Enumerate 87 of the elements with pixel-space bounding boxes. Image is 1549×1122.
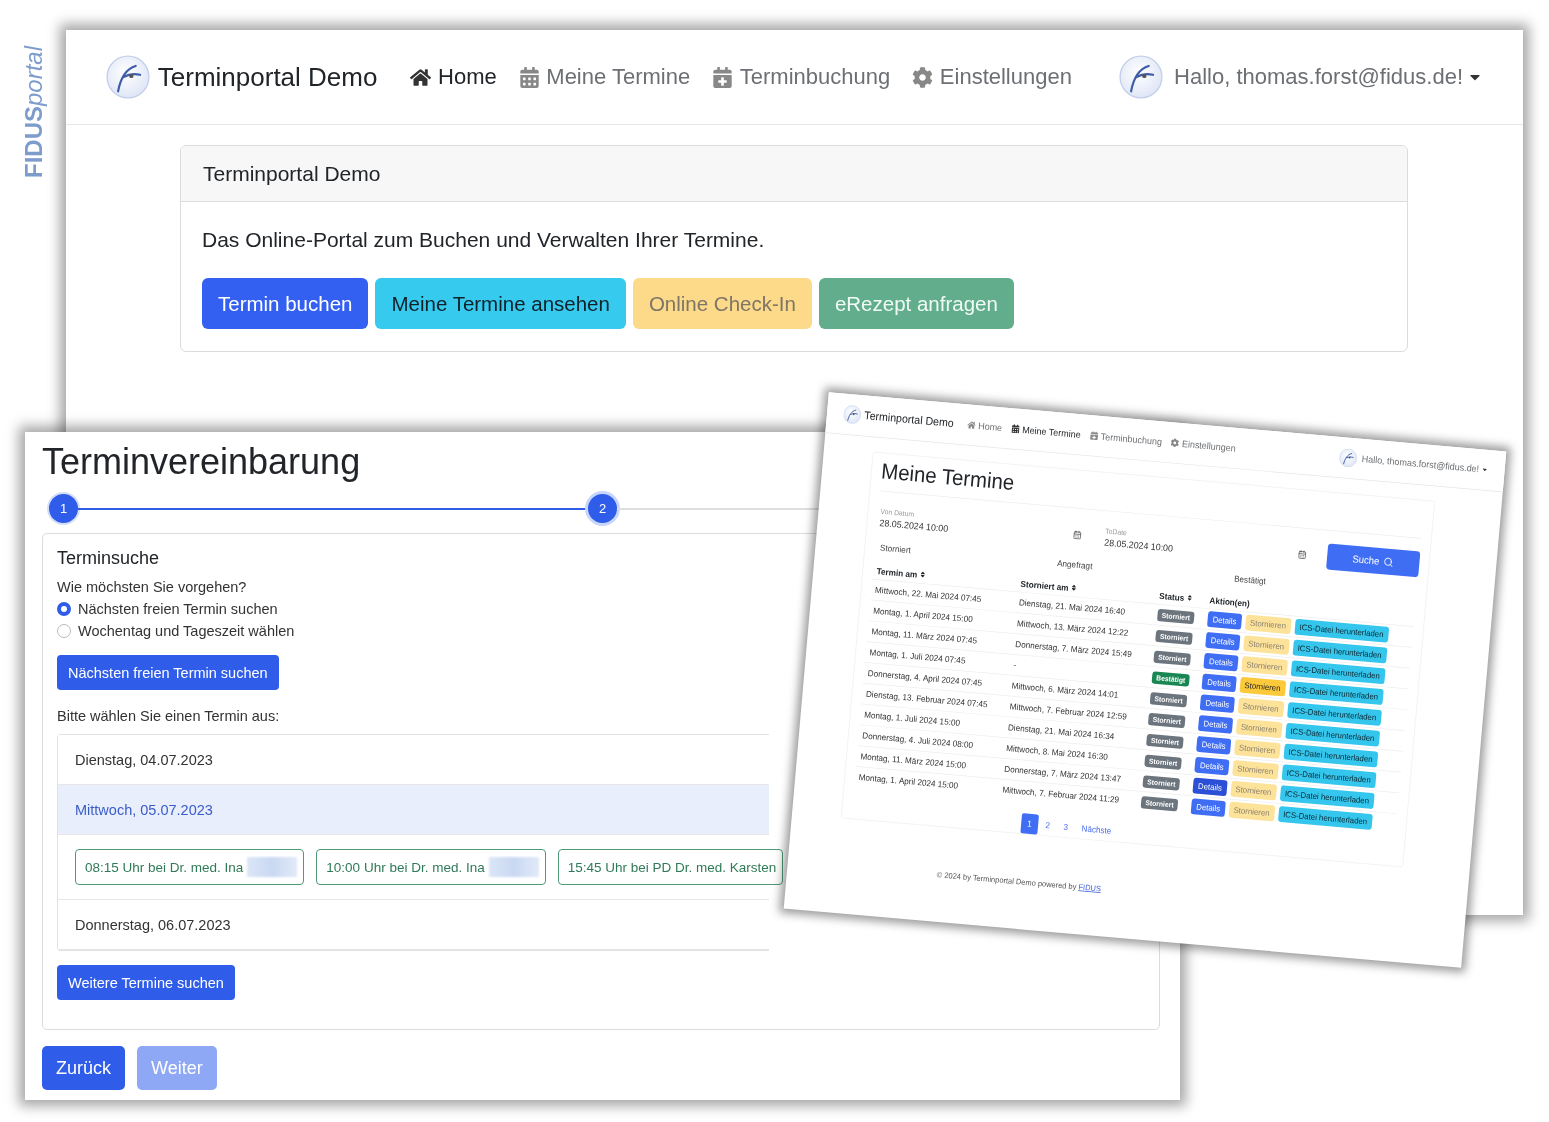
download-button[interactable]: ICS-Datei herunterladen bbox=[1294, 618, 1389, 643]
nav-link[interactable]: Home bbox=[966, 419, 1003, 433]
details-button[interactable]: Details bbox=[1201, 673, 1237, 693]
nav-link[interactable]: Terminbuchung bbox=[1089, 429, 1163, 447]
nav-link[interactable]: Terminbuchung bbox=[712, 64, 891, 90]
radio-button[interactable] bbox=[57, 602, 71, 616]
filter-label[interactable]: Angefragt bbox=[1056, 558, 1093, 572]
time-slot-button[interactable]: 10:00 Uhr bei Dr. med. Ina bbox=[316, 849, 546, 885]
download-button[interactable]: ICS-Datei herunterladen bbox=[1290, 660, 1386, 685]
calendar-plus-icon bbox=[712, 66, 734, 88]
logo-icon bbox=[106, 55, 150, 99]
sort-icon[interactable] bbox=[919, 570, 927, 579]
step-indicator[interactable]: 1 bbox=[49, 494, 78, 523]
filter-label[interactable]: Storniert bbox=[879, 542, 912, 556]
details-button[interactable]: Details bbox=[1198, 715, 1233, 734]
logo-icon bbox=[1338, 447, 1359, 469]
back-button[interactable]: Zurück bbox=[42, 1046, 125, 1090]
page-title: Meine Termine bbox=[880, 459, 1016, 495]
brand-label: FIDUSportal bbox=[22, 45, 46, 178]
download-button[interactable]: ICS-Datei herunterladen bbox=[1285, 722, 1380, 747]
cancel-button[interactable]: Stornieren bbox=[1239, 676, 1286, 697]
settings-icon bbox=[1170, 437, 1180, 448]
details-button[interactable]: Details bbox=[1192, 777, 1228, 797]
column-header: Aktion(en) bbox=[1209, 595, 1251, 609]
download-button[interactable]: ICS-Datei herunterladen bbox=[1279, 785, 1375, 810]
card-title: Terminportal Demo bbox=[203, 161, 381, 186]
nav-link[interactable]: Meine Termine bbox=[518, 64, 691, 90]
day-item[interactable]: Mittwoch, 05.07.2023 bbox=[58, 785, 769, 835]
sort-icon[interactable] bbox=[1070, 583, 1078, 592]
column-header[interactable]: Termin am bbox=[876, 566, 918, 580]
date-field[interactable]: 28.05.2024 10:00 bbox=[879, 516, 949, 534]
intro-text: Das Online-Portal zum Buchen und Verwalten Ihrer Termine. bbox=[202, 228, 766, 252]
user-menu[interactable]: Hallo, thomas.forst@fidus.de! bbox=[1174, 64, 1483, 90]
action-button[interactable]: Online Check-In bbox=[632, 278, 812, 329]
settings-icon bbox=[912, 66, 934, 88]
action-button[interactable]: Meine Termine ansehen bbox=[375, 278, 626, 329]
page-link[interactable]: 1 bbox=[1020, 813, 1039, 835]
nav-link[interactable]: Meine Termine bbox=[1010, 422, 1082, 440]
details-button[interactable]: Details bbox=[1205, 631, 1241, 651]
download-button[interactable]: ICS-Datei herunterladen bbox=[1286, 701, 1382, 726]
question-text: Wie möchsten Sie vorgehen? bbox=[57, 579, 247, 595]
brand-title: Terminportal Demo bbox=[157, 61, 378, 93]
date-field[interactable]: 28.05.2024 10:00 bbox=[1103, 536, 1174, 554]
column-header[interactable]: Status bbox=[1158, 590, 1185, 604]
calendar-icon bbox=[518, 66, 540, 88]
download-button[interactable]: ICS-Datei herunterladen bbox=[1281, 764, 1377, 789]
brand-title: Terminportal Demo bbox=[863, 409, 955, 430]
nav-link[interactable]: Home bbox=[410, 64, 497, 90]
more-button[interactable]: Weitere Termine suchen bbox=[57, 965, 235, 1000]
nav-link[interactable]: Einstellungen bbox=[1170, 436, 1237, 454]
logo-icon bbox=[842, 404, 863, 425]
radio-button[interactable] bbox=[57, 624, 71, 638]
home-icon bbox=[410, 66, 432, 88]
radio-label: Nächsten freien Termin suchen bbox=[78, 601, 278, 617]
details-button[interactable]: Details bbox=[1203, 652, 1239, 672]
details-button[interactable]: Details bbox=[1190, 798, 1226, 817]
user-menu[interactable]: Hallo, thomas.forst@fidus.de! bbox=[1361, 453, 1489, 476]
step-indicator[interactable]: 2 bbox=[588, 494, 617, 523]
prompt-text: Bitte wählen Sie einen Termin aus: bbox=[57, 708, 280, 724]
search-button[interactable]: Nächsten freien Termin suchen bbox=[57, 655, 279, 690]
home-icon bbox=[966, 419, 976, 430]
action-button[interactable]: Termin buchen bbox=[202, 278, 369, 329]
time-slot-button[interactable]: 15:45 Uhr bei PD Dr. med. Karsten bbox=[557, 849, 784, 885]
filter-label[interactable]: Bestätigt bbox=[1233, 573, 1267, 587]
nav-link[interactable]: Einstellungen bbox=[912, 64, 1072, 90]
details-button[interactable]: Details bbox=[1194, 756, 1230, 776]
download-button[interactable]: ICS-Datei herunterladen bbox=[1288, 681, 1384, 706]
radio-label: Wochentag und Tageszeit wählen bbox=[78, 623, 295, 639]
sort-icon[interactable] bbox=[1186, 594, 1194, 602]
page-title: Terminvereinbarung bbox=[42, 440, 361, 484]
calendar-icon bbox=[1010, 423, 1020, 434]
download-button[interactable]: ICS-Datei herunterladen bbox=[1292, 639, 1388, 664]
day-item[interactable]: Dienstag, 04.07.2023 bbox=[58, 735, 769, 785]
caret-icon bbox=[1481, 466, 1489, 474]
search-button[interactable]: Suche bbox=[1325, 543, 1421, 578]
download-button[interactable]: ICS-Datei herunterladen bbox=[1283, 743, 1379, 768]
calendar-plus-icon bbox=[1089, 430, 1099, 441]
section-title: Terminsuche bbox=[57, 548, 160, 569]
logo-icon bbox=[1119, 55, 1164, 99]
details-button[interactable]: Details bbox=[1199, 694, 1235, 713]
time-slot-button[interactable]: 08:15 Uhr bei Dr. med. Ina bbox=[75, 849, 305, 885]
blur-mask bbox=[488, 857, 539, 877]
download-button[interactable]: ICS-Datei herunterladen bbox=[1277, 805, 1373, 830]
column-header[interactable]: Storniert am bbox=[1020, 578, 1069, 594]
details-button[interactable]: Details bbox=[1196, 735, 1231, 755]
details-button[interactable]: Details bbox=[1207, 611, 1242, 630]
blur-mask bbox=[247, 857, 298, 877]
